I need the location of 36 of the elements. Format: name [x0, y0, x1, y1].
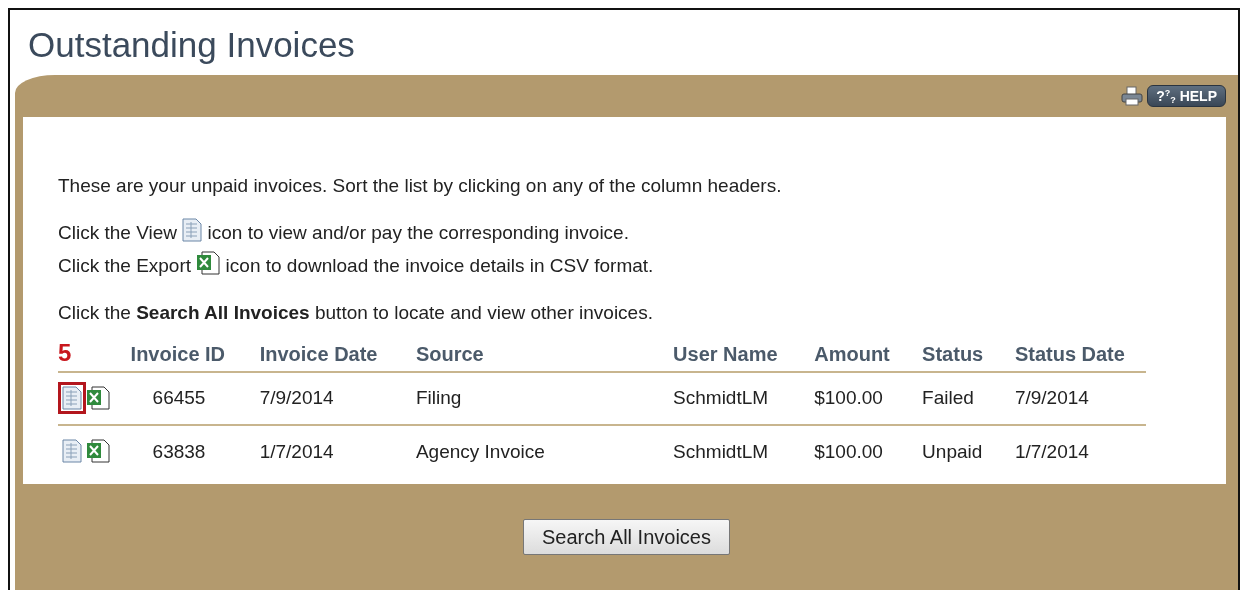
print-icon[interactable]: [1121, 85, 1144, 106]
table-cell: 66455: [152, 387, 206, 408]
table-cell: 1/7/2014: [1014, 440, 1089, 462]
table-cell: Filing: [415, 387, 462, 408]
table-cell: SchmidtLM: [673, 440, 769, 462]
spreadsheet-icon[interactable]: [86, 385, 110, 410]
instruction-text: Click the Search All Invoices button to locate and view other invoices.: [58, 300, 654, 325]
spreadsheet-icon[interactable]: [86, 439, 110, 463]
instruction-text: icon to download the invoice details in CSV format.: [225, 254, 654, 276]
column-header[interactable]: Status Date: [1014, 342, 1125, 365]
column-header[interactable]: Status: [922, 342, 984, 365]
view-icon[interactable]: [58, 381, 86, 414]
help-button[interactable]: ?$^{?}$$_{?}$ HELP: [1147, 84, 1226, 107]
spreadsheet-icon[interactable]: [196, 250, 221, 275]
table-cell: Agency Invoice: [415, 440, 545, 462]
table-cell: 1/7/2014: [259, 440, 334, 462]
column-header[interactable]: Invoice ID: [130, 342, 226, 365]
table-cell: 63838: [152, 440, 206, 462]
instruction-text: Click the Export: [58, 254, 192, 276]
table-cell: Failed: [922, 387, 974, 408]
column-header[interactable]: User Name: [673, 342, 778, 365]
search-all-invoices-button[interactable]: Search All Invoices: [523, 518, 730, 555]
column-header[interactable]: Amount: [814, 342, 890, 365]
table-cell: 7/9/2014: [259, 387, 334, 408]
column-header[interactable]: Source: [415, 342, 484, 365]
callout-number: 5: [58, 338, 72, 366]
table-cell: $100.00: [814, 387, 883, 408]
table-cell: Unpaid: [922, 440, 983, 462]
column-header[interactable]: Invoice Date: [259, 342, 378, 365]
instruction-text: These are your unpaid invoices. Sort the list by clicking on any of the column headers.: [58, 173, 783, 198]
table-cell: $100.00: [814, 440, 883, 462]
table-cell: 7/9/2014: [1014, 387, 1089, 408]
instruction-text: icon to view and/or pay the corresponding invoice.: [207, 221, 629, 243]
page-title: Outstanding Invoices: [27, 24, 356, 66]
instruction-text: Click the View: [58, 221, 177, 243]
table-cell: SchmidtLM: [673, 387, 769, 408]
